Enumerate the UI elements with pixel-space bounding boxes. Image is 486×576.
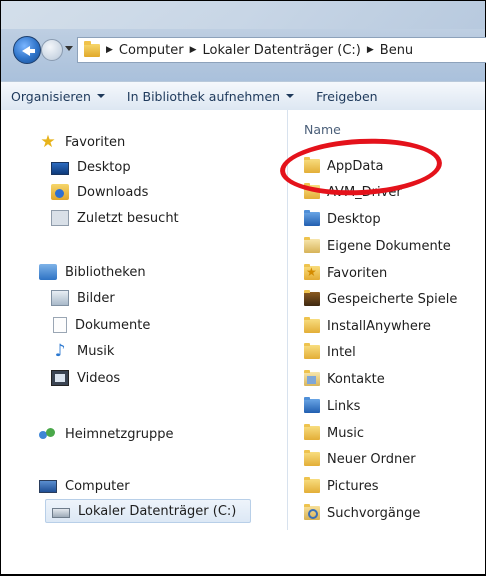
organize-button[interactable]: Organisieren <box>11 89 105 104</box>
nav-item-downloads[interactable]: Downloads <box>51 180 148 204</box>
documents-folder-icon <box>304 237 320 253</box>
nav-item-recent[interactable]: Zuletzt besucht <box>51 206 179 230</box>
back-button[interactable] <box>13 36 41 64</box>
nav-item-music[interactable]: ♪ Musik <box>51 339 115 363</box>
computer-icon <box>39 479 57 493</box>
file-name: Intel <box>327 344 356 360</box>
explorer-window: ▶ Computer ▶ Lokaler Datenträger (C:) ▶ … <box>0 0 486 576</box>
nav-label: Bilder <box>77 290 115 306</box>
desktop-folder-icon <box>304 210 320 226</box>
breadcrumb-drive[interactable]: Lokaler Datenträger (C:) <box>202 43 360 58</box>
star-icon: ★ <box>40 132 56 152</box>
nav-label: Downloads <box>77 184 149 200</box>
nav-label: Heimnetzgruppe <box>65 426 174 442</box>
forward-button[interactable] <box>41 39 63 61</box>
recent-pages-dropdown[interactable] <box>65 46 73 51</box>
organize-label: Organisieren <box>11 88 91 104</box>
file-item-pictures[interactable]: Pictures <box>304 474 378 498</box>
file-item-intel[interactable]: Intel <box>304 340 356 364</box>
contacts-folder-icon <box>304 370 320 386</box>
folder-icon <box>304 450 320 466</box>
nav-item-pictures[interactable]: Bilder <box>51 286 115 310</box>
folder-icon <box>304 343 320 359</box>
file-name: Music <box>327 425 364 441</box>
desktop-icon <box>51 161 69 175</box>
breadcrumb-user[interactable]: Benu <box>380 43 413 58</box>
file-item-music[interactable]: Music <box>304 421 364 445</box>
file-item-new-folder[interactable]: Neuer Ordner <box>304 447 416 471</box>
file-item-installanywhere[interactable]: InstallAnywhere <box>304 314 431 338</box>
hard-drive-icon <box>52 508 70 518</box>
chevron-down-icon <box>286 94 295 98</box>
file-item-favorites[interactable]: Favoriten <box>304 261 387 285</box>
folder-icon <box>304 477 320 493</box>
include-library-label: In Bibliothek aufnehmen <box>126 88 281 104</box>
nav-label: Zuletzt besucht <box>77 210 179 226</box>
file-item-links[interactable]: Links <box>304 394 360 418</box>
chevron-right-icon[interactable]: ▶ <box>106 45 113 55</box>
nav-label: Lokaler Datenträger (C:) <box>78 503 237 519</box>
nav-computer[interactable]: Computer <box>39 474 130 498</box>
file-name: Desktop <box>327 211 381 227</box>
folder-icon <box>304 424 320 440</box>
file-name: Kontakte <box>327 371 385 387</box>
folder-icon <box>84 40 100 57</box>
address-bar[interactable]: ▶ Computer ▶ Lokaler Datenträger (C:) ▶ … <box>77 37 486 63</box>
chevron-right-icon[interactable]: ▶ <box>190 45 197 55</box>
file-name: Links <box>327 398 361 414</box>
file-item-documents[interactable]: Eigene Dokumente <box>304 234 451 258</box>
nav-label: Videos <box>77 370 121 386</box>
file-name: Neuer Ordner <box>327 451 416 467</box>
nav-label: Favoriten <box>65 134 126 150</box>
file-name: Gespeicherte Spiele <box>327 291 458 307</box>
breadcrumb-computer[interactable]: Computer <box>119 43 184 58</box>
searches-folder-icon <box>304 504 320 520</box>
file-name: Suchvorgänge <box>327 505 421 521</box>
nav-label: Musik <box>77 343 115 359</box>
file-item-desktop[interactable]: Desktop <box>304 207 381 231</box>
nav-item-documents[interactable]: Dokumente <box>51 313 150 337</box>
share-label: Freigeben <box>316 88 378 104</box>
chevron-down-icon <box>96 94 105 98</box>
chevron-right-icon[interactable]: ▶ <box>367 45 374 55</box>
nav-homegroup[interactable]: Heimnetzgruppe <box>39 422 174 446</box>
file-item-searches[interactable]: Suchvorgänge <box>304 501 420 525</box>
video-icon <box>51 370 69 386</box>
downloads-icon <box>51 184 69 200</box>
nav-label: Computer <box>65 478 130 494</box>
file-name: Favoriten <box>327 265 388 281</box>
library-icon <box>39 264 57 280</box>
folder-icon <box>304 317 320 333</box>
file-name: InstallAnywhere <box>327 318 431 334</box>
file-name: Eigene Dokumente <box>327 238 451 254</box>
homegroup-icon <box>39 426 57 442</box>
file-name: Pictures <box>327 478 379 494</box>
recent-places-icon <box>51 210 69 226</box>
music-note-icon: ♪ <box>54 341 66 361</box>
nav-item-desktop[interactable]: Desktop <box>51 155 131 179</box>
share-button[interactable]: Freigeben <box>316 89 377 104</box>
pictures-icon <box>51 290 69 306</box>
favorites-folder-icon <box>304 264 320 280</box>
nav-libraries[interactable]: Bibliotheken <box>39 260 146 284</box>
include-in-library-button[interactable]: In Bibliothek aufnehmen <box>126 88 295 104</box>
navigation-pane: ★ Favoriten Desktop Downloads Zuletzt be… <box>1 110 288 530</box>
nav-label: Bibliotheken <box>65 264 146 280</box>
column-header-name[interactable]: Name <box>304 122 341 137</box>
file-item-saved-games[interactable]: Gespeicherte Spiele <box>304 287 457 311</box>
saved-games-icon <box>304 290 320 306</box>
documents-icon <box>53 317 67 333</box>
nav-label: Dokumente <box>75 317 151 333</box>
nav-item-videos[interactable]: Videos <box>51 366 120 390</box>
title-bar: ▶ Computer ▶ Lokaler Datenträger (C:) ▶ … <box>1 1 486 83</box>
window-glass <box>1 1 485 29</box>
nav-favorites[interactable]: ★ Favoriten <box>39 130 125 154</box>
nav-label: Desktop <box>77 159 131 175</box>
nav-item-local-drive[interactable]: Lokaler Datenträger (C:) <box>45 499 251 523</box>
links-folder-icon <box>304 397 320 413</box>
file-item-contacts[interactable]: Kontakte <box>304 367 385 391</box>
command-bar: Organisieren In Bibliothek aufnehmen Fre… <box>1 81 485 111</box>
